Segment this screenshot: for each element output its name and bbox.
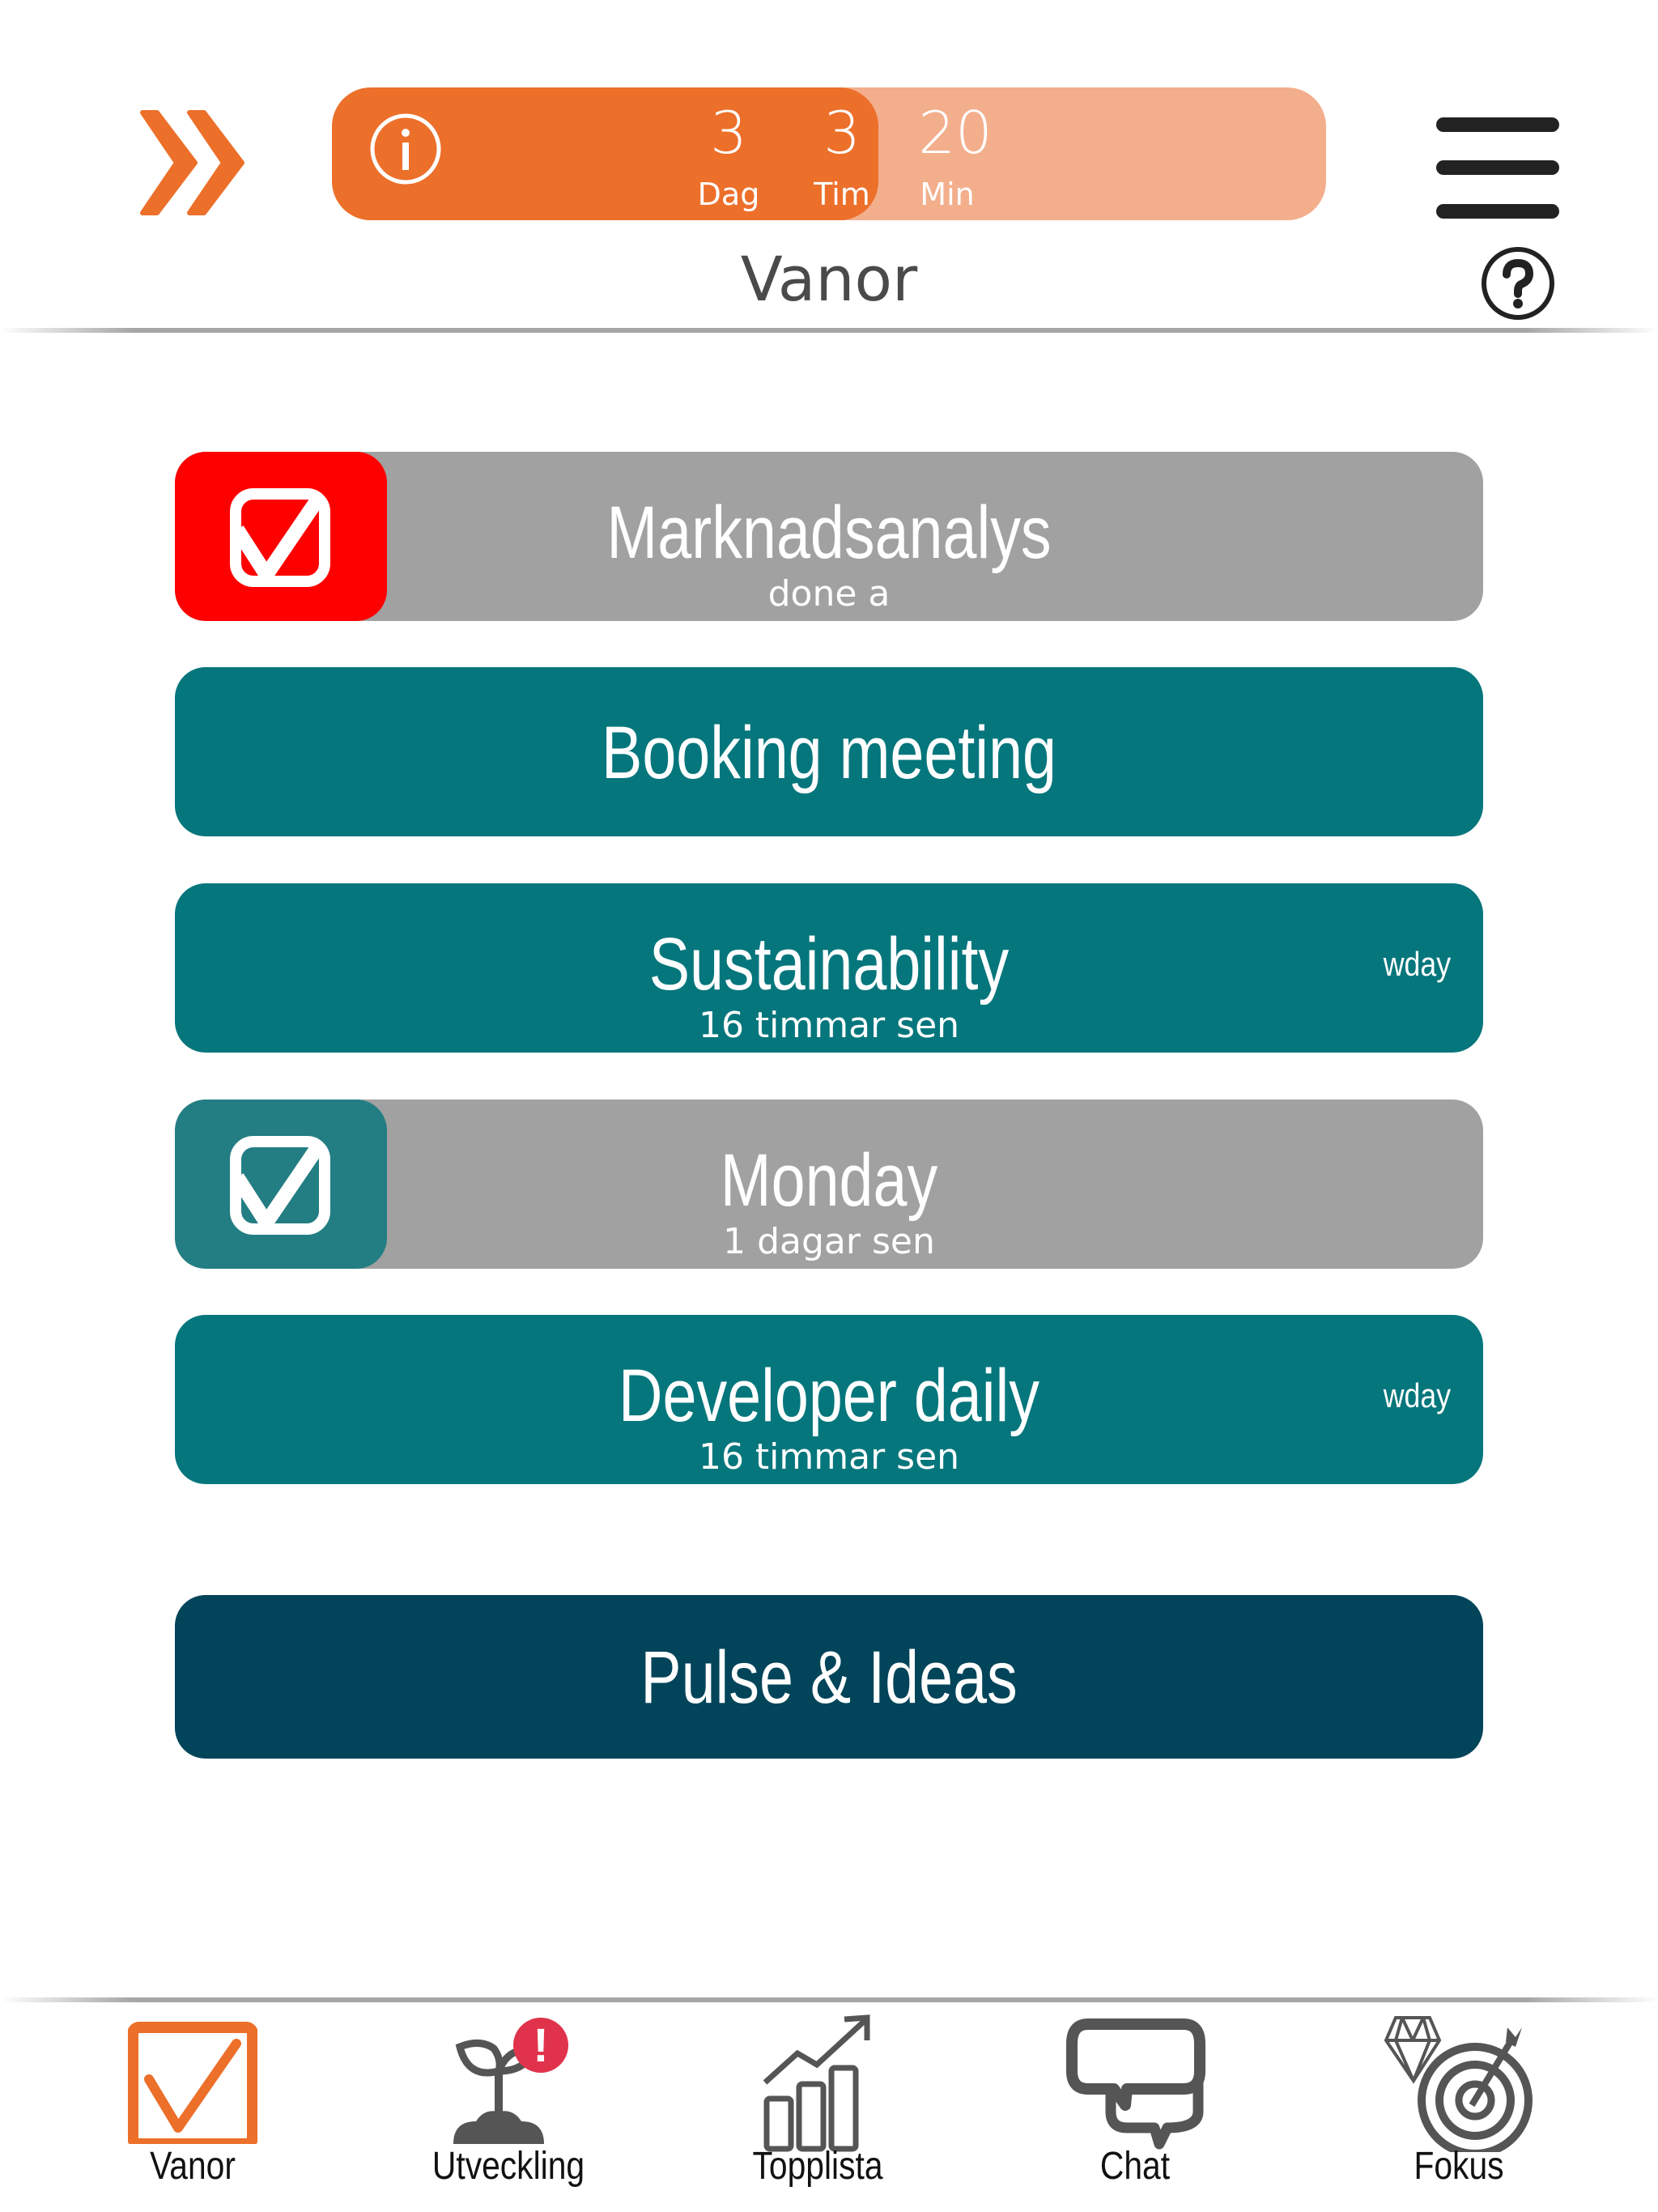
info-icon[interactable]: [368, 112, 443, 186]
pulse-ideas-button[interactable]: Pulse & Ideas: [175, 1595, 1483, 1759]
habit-subtitle: 16 timmar sen: [698, 1005, 960, 1046]
habit-title: Developer daily: [619, 1355, 1039, 1437]
timer-hours-value: 3: [823, 99, 861, 167]
tab-vanor[interactable]: Vanor: [87, 2008, 298, 2202]
habit-card-developer-daily[interactable]: Developer daily 16 timmar sen wday: [175, 1315, 1483, 1484]
hamburger-menu-icon[interactable]: [1436, 113, 1559, 219]
chat-bubbles-icon: [1066, 2018, 1205, 2150]
timer-days-label: Dag: [697, 177, 760, 212]
page-title: Vanor: [740, 243, 918, 315]
habit-title: Sustainability: [648, 923, 1010, 1006]
tab-label: Utveckling: [432, 2145, 585, 2188]
timer-minutes-label: Min: [920, 177, 975, 212]
pulse-ideas-label: Pulse & Ideas: [640, 1636, 1018, 1719]
target-diamond-icon: [1384, 2016, 1533, 2152]
habit-title: Marknadsanalys: [606, 491, 1052, 574]
tab-label: Topplista: [752, 2145, 883, 2188]
habit-subtitle: done a: [767, 573, 891, 615]
timer-hours-label: Tim: [814, 177, 870, 212]
habit-card-booking-meeting[interactable]: Booking meeting: [175, 667, 1483, 836]
tab-utveckling[interactable]: ! Utveckling: [403, 2008, 614, 2202]
tab-topplista[interactable]: Topplista: [712, 2008, 923, 2202]
habit-card-monday[interactable]: Monday 1 dagar sen: [175, 1100, 1483, 1269]
habit-subtitle: 16 timmar sen: [698, 1436, 960, 1478]
habit-subtitle: 1 dagar sen: [723, 1221, 935, 1262]
habit-title: Booking meeting: [602, 712, 1056, 794]
tab-chat[interactable]: Chat: [1030, 2008, 1240, 2202]
tab-label: Chat: [1099, 2145, 1171, 2188]
timer-minutes-value: 20: [918, 99, 993, 167]
help-question-icon[interactable]: [1480, 245, 1556, 321]
header-divider: [0, 328, 1658, 333]
countdown-timer[interactable]: 3 Dag 3 Tim 20 Min: [332, 87, 1326, 220]
tab-label: Vanor: [150, 2145, 236, 2188]
checkbox-icon: [128, 2022, 257, 2144]
bar-chart-growth-icon: [763, 2014, 870, 2152]
habit-frequency-badge: wday: [1383, 1376, 1451, 1414]
timer-days-value: 3: [710, 99, 747, 167]
habit-card-sustainability[interactable]: Sustainability 16 timmar sen wday: [175, 883, 1483, 1053]
footer-divider: [0, 1997, 1658, 2002]
double-chevron-right-icon[interactable]: [134, 106, 256, 219]
habit-title: Monday: [720, 1139, 938, 1222]
tab-fokus[interactable]: Fokus: [1354, 2008, 1564, 2202]
svg-text:!: !: [533, 2019, 548, 2072]
tab-label: Fokus: [1414, 2145, 1504, 2188]
habit-frequency-badge: wday: [1383, 945, 1451, 983]
habit-card-marknadsanalys[interactable]: Marknadsanalys done a: [175, 452, 1483, 621]
sprout-icon: !: [453, 2018, 568, 2144]
